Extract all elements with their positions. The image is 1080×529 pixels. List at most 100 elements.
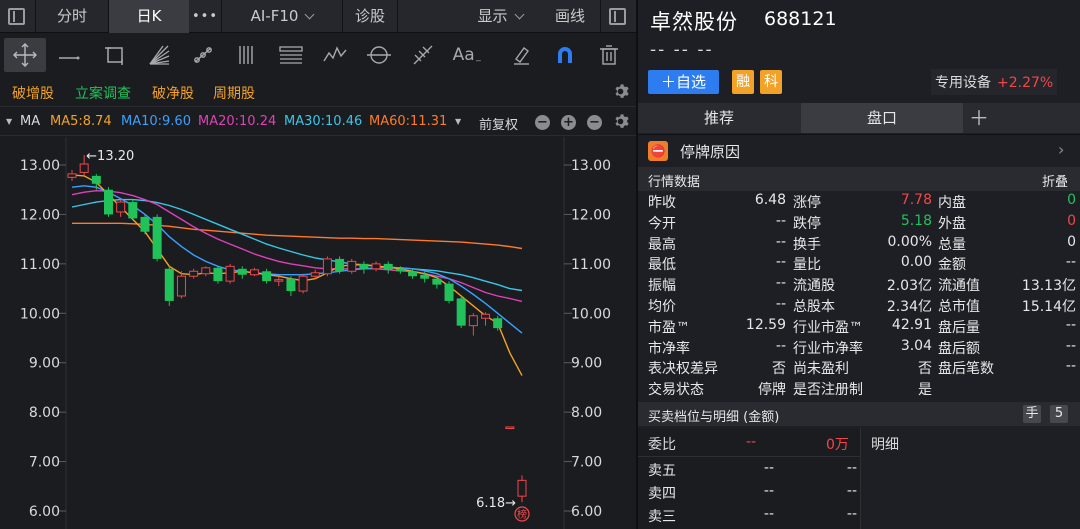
fan-tool-icon[interactable] (142, 38, 176, 72)
high-price-label: ←13.20 (86, 149, 134, 164)
candle-body (201, 267, 211, 275)
tag-pojing[interactable]: 破净股 (152, 83, 194, 103)
candle-body (237, 268, 247, 275)
candle (383, 261, 393, 274)
quote-label: 最低 (648, 257, 676, 274)
halt-icon: ⛔ (648, 141, 668, 161)
weibi-amount: 0万 (826, 437, 849, 453)
ma20-line (71, 189, 523, 303)
ask-level-volume: -- (846, 483, 857, 499)
tab-zhengu[interactable]: 诊股 (343, 0, 397, 33)
quote-value: -- (1065, 337, 1076, 354)
quote-label: 盘后笔数 (938, 361, 994, 378)
add-tab-button[interactable]: ＋ (964, 103, 994, 133)
eraser-tool-icon[interactable] (504, 38, 538, 72)
quote-value: 15.14亿 (1021, 299, 1076, 315)
add-watchlist-button[interactable]: ＋自选 (648, 70, 719, 94)
candle-body (456, 298, 466, 326)
wave-tool-icon[interactable] (318, 38, 352, 72)
dropdown-triangle-icon[interactable]: ▼ (455, 117, 461, 126)
candle (347, 258, 357, 274)
candle (322, 256, 332, 277)
candle (176, 271, 186, 299)
tab-pankou[interactable]: 盘口 (801, 103, 963, 133)
annotations: ←13.20 6.18→榜 (86, 149, 530, 522)
parallel-tool-icon[interactable] (230, 38, 264, 72)
candle (298, 273, 308, 294)
candle (164, 266, 174, 306)
tab-daily-k[interactable]: 日K (109, 0, 189, 33)
levels-five-button[interactable]: 5 (1050, 405, 1068, 423)
text-tool-icon[interactable]: Aa ‒ (450, 38, 484, 72)
quote-value: -- (1065, 316, 1076, 333)
tab-recommend[interactable]: 推荐 (638, 103, 800, 133)
gann-tool-icon[interactable] (406, 38, 440, 72)
kline-chart[interactable]: 13.00 12.00 11.00 10.00 9.00 8.00 7.00 6.00 13.… (0, 137, 636, 529)
gear-icon[interactable] (612, 83, 629, 104)
text-box-tool-icon[interactable] (274, 38, 308, 72)
quote-value: -- (775, 296, 786, 312)
drawing-toolbar: Aa ‒ (0, 34, 636, 76)
y-tick-label-right: 12.00 (571, 207, 611, 223)
halt-reason-row[interactable]: ⛔ 停牌原因 › (638, 136, 1080, 164)
candle-body (79, 163, 89, 173)
divider (600, 0, 601, 33)
minus-icon[interactable]: − (535, 115, 550, 130)
collapse-triangle-icon[interactable]: ▼ (6, 117, 12, 126)
plus-icon[interactable]: + (561, 115, 576, 130)
tag-lian[interactable]: 立案调查 (75, 83, 131, 103)
cycle-tool-icon[interactable] (362, 38, 396, 72)
trash-icon[interactable] (592, 38, 626, 72)
industry-tag[interactable]: 专用设备 +2.27% (931, 69, 1058, 95)
stock-code: 688121 (764, 8, 837, 30)
quote-value: -- (775, 337, 786, 354)
quote-label: 是否注册制 (793, 382, 863, 399)
candle-body (140, 216, 150, 232)
minus-icon[interactable]: − (587, 115, 602, 130)
candle-body (213, 267, 223, 282)
candle-body (176, 275, 186, 297)
draw-line-button[interactable]: 画线 (540, 0, 600, 33)
adjust-mode-selector[interactable]: 前复权 (479, 114, 518, 133)
quote-value: 3.04 (900, 337, 932, 354)
candle-body (347, 260, 357, 272)
quote-value: 42.91 (891, 316, 932, 333)
candle-body (164, 268, 174, 301)
tab-ai-f10[interactable]: AI-F10 (222, 0, 342, 33)
candle (201, 266, 211, 277)
candles (67, 155, 527, 503)
weibi-label: 委比 (648, 437, 676, 453)
tab-fenshi[interactable]: 分时 (36, 0, 108, 33)
y-tick-label-left: 7.00 (29, 455, 60, 471)
candle-body (116, 201, 126, 213)
fold-button[interactable]: 折叠 (1042, 171, 1068, 190)
crosshair-tool-icon[interactable] (4, 38, 46, 72)
line-tool-icon[interactable] (52, 38, 86, 72)
y-tick-label-left: 8.00 (29, 405, 60, 421)
display-menu[interactable]: 显示 (465, 0, 535, 33)
layout-toggle-icon[interactable] (8, 8, 25, 25)
quote-label: 市净率 (648, 340, 690, 357)
rect-tool-icon[interactable] (98, 38, 132, 72)
more-tabs-button[interactable]: ••• (189, 0, 221, 33)
quote-value: -- (775, 212, 786, 229)
ma5-value: MA5:8.74 (50, 114, 112, 129)
candle (274, 276, 284, 287)
gear-icon[interactable] (612, 113, 629, 134)
quote-value: -- (1065, 254, 1076, 271)
candle (456, 295, 466, 329)
magnet-tool-icon[interactable] (548, 38, 582, 72)
tag-zhouqi[interactable]: 周期股 (213, 83, 255, 103)
candle-body (67, 173, 77, 178)
unit-hand-button[interactable]: 手 (1023, 405, 1041, 423)
quote-value: -- (775, 275, 786, 292)
ruler-tool-icon[interactable] (186, 38, 220, 72)
candle (213, 266, 223, 284)
ma30-value: MA30:10.46 (284, 114, 363, 129)
quote-label: 昨收 (648, 195, 676, 211)
tag-pozeng[interactable]: 破增股 (12, 83, 54, 103)
candle-body (249, 269, 259, 276)
layout-toggle-icon[interactable] (609, 8, 626, 25)
candle-body (262, 271, 272, 282)
candle (432, 276, 442, 289)
